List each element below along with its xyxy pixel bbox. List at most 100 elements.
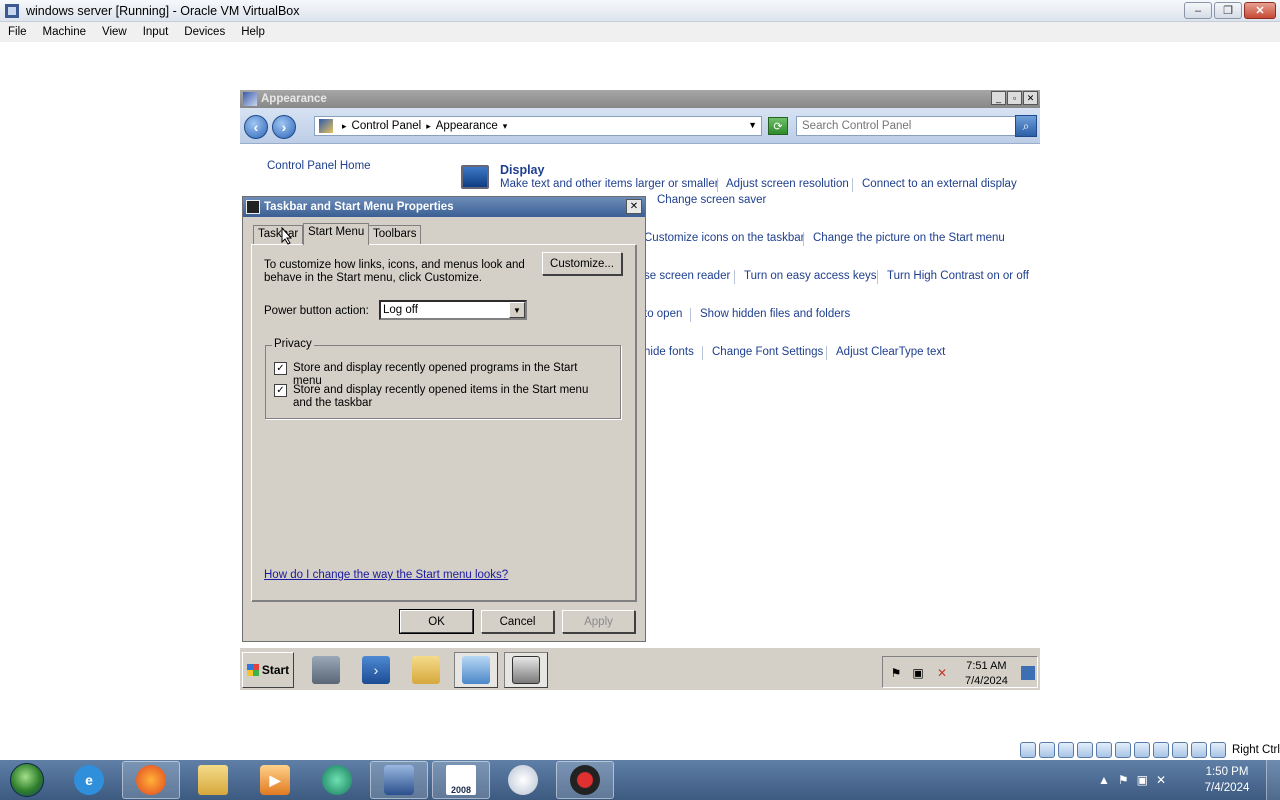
link-easy-access-keys[interactable]: Turn on easy access keys [744, 270, 877, 282]
display-icon[interactable] [1134, 742, 1150, 758]
link-divider [803, 232, 804, 246]
search-input[interactable] [797, 117, 1012, 135]
start-menu-help-link[interactable]: How do I change the way the Start menu l… [264, 569, 508, 581]
chevron-down-icon[interactable]: ▾ [503, 121, 508, 132]
link-click-to-open[interactable]: to open [644, 308, 682, 320]
file-explorer-icon[interactable] [184, 761, 242, 799]
green-app-icon[interactable] [308, 761, 366, 799]
apply-button[interactable]: Apply [562, 610, 635, 633]
menu-view[interactable]: View [94, 26, 135, 38]
network-icon[interactable]: ▣ [911, 666, 925, 680]
recent-items-label[interactable]: Store and display recently opened items … [293, 384, 603, 410]
restore-button[interactable]: ❐ [1214, 2, 1242, 19]
host-network-icon[interactable]: ▣ [1137, 773, 1148, 787]
link-larger-text[interactable]: Make text and other items larger or smal… [500, 178, 719, 190]
recent-items-checkbox[interactable]: ✓ [274, 384, 287, 397]
guest-tray: ⚑ ▣ ✕ 7:51 AM 7/4/2024 [882, 656, 1038, 688]
action-center-flag-icon[interactable]: ⚑ [1118, 773, 1129, 787]
refresh-button[interactable]: ⟳ [768, 117, 788, 135]
recording-icon[interactable] [1153, 742, 1169, 758]
tab-start-menu[interactable]: Start Menu [303, 223, 370, 245]
show-desktop-icon[interactable] [1021, 666, 1035, 680]
search-icon[interactable]: ⌕ [1015, 115, 1037, 137]
breadcrumb-control-panel[interactable]: Control Panel [352, 120, 422, 132]
mouse-integration-icon[interactable] [1191, 742, 1207, 758]
address-dropdown-icon[interactable]: ▼ [748, 120, 757, 130]
start-menu-description: To customize how links, icons, and menus… [264, 259, 525, 284]
breadcrumb-appearance[interactable]: Appearance [436, 120, 498, 132]
menu-file[interactable]: File [0, 26, 35, 38]
taskbar-properties-taskbar-icon[interactable] [504, 652, 548, 688]
guest-taskbar: Start › ⚑ ▣ ✕ 7:51 AM 7/4/2024 [240, 646, 1040, 690]
menu-input[interactable]: Input [135, 26, 177, 38]
display-icon [461, 165, 489, 189]
link-cleartype[interactable]: Adjust ClearType text [836, 346, 945, 358]
customize-button[interactable]: Customize... [542, 252, 622, 275]
menu-help[interactable]: Help [233, 26, 273, 38]
host-volume-muted-icon[interactable]: ✕ [1156, 773, 1166, 787]
link-hide-fonts[interactable]: hide fonts [644, 346, 694, 358]
show-hidden-icons-icon[interactable]: ▲ [1098, 773, 1110, 787]
link-customize-taskbar-icons[interactable]: Customize icons on the taskbar [644, 232, 804, 244]
powershell-icon[interactable]: › [354, 652, 398, 688]
virtualbox-taskbar-icon[interactable] [370, 761, 428, 799]
usb-icon[interactable] [1096, 742, 1112, 758]
link-hidden-files[interactable]: Show hidden files and folders [700, 308, 850, 320]
cp-maximize-button[interactable]: ▫ [1007, 91, 1022, 105]
optical-drive-icon[interactable] [1039, 742, 1055, 758]
audio-icon[interactable] [1058, 742, 1074, 758]
ok-button[interactable]: OK [399, 609, 474, 634]
close-button[interactable]: ✕ [1244, 2, 1276, 19]
control-panel-home-link[interactable]: Control Panel Home [267, 160, 371, 172]
forward-button[interactable]: › [272, 115, 296, 139]
guest-start-button[interactable]: Start [242, 652, 294, 688]
host-show-desktop-button[interactable] [1266, 760, 1280, 800]
recent-items-option[interactable]: ✓ Store and display recently opened item… [274, 384, 603, 410]
guest-clock[interactable]: 7:51 AM 7/4/2024 [965, 659, 1008, 689]
menu-machine[interactable]: Machine [35, 26, 94, 38]
link-screen-reader[interactable]: se screen reader [644, 270, 730, 282]
link-external-display[interactable]: Connect to an external display [862, 178, 1017, 190]
tab-taskbar[interactable]: Taskbar [253, 225, 304, 244]
minimize-button[interactable]: – [1184, 2, 1212, 19]
chevron-right-icon[interactable]: ▸ [342, 121, 347, 132]
menu-devices[interactable]: Devices [176, 26, 233, 38]
link-divider [702, 346, 703, 360]
link-screen-resolution[interactable]: Adjust screen resolution [726, 178, 849, 190]
dialog-close-button[interactable]: ✕ [626, 199, 642, 214]
media-player-icon[interactable]: ▶ [246, 761, 304, 799]
dropdown-arrow-icon[interactable]: ▼ [509, 302, 525, 318]
cp-close-button[interactable]: ✕ [1023, 91, 1038, 105]
host-clock[interactable]: 1:50 PM 7/4/2024 [1196, 764, 1258, 796]
keyboard-capture-icon[interactable] [1210, 742, 1226, 758]
cpu-icon[interactable] [1172, 742, 1188, 758]
host-clock-date: 7/4/2024 [1204, 782, 1250, 794]
hard-disk-icon[interactable] [1020, 742, 1036, 758]
recent-programs-checkbox[interactable]: ✓ [274, 362, 287, 375]
address-box[interactable]: ▸ Control Panel ▸ Appearance ▾ ▼ [314, 116, 762, 136]
host-start-button[interactable] [4, 760, 50, 800]
chevron-right-icon[interactable]: ▸ [426, 121, 431, 132]
internet-explorer-icon[interactable]: e [60, 761, 118, 799]
control-panel-taskbar-icon[interactable] [454, 652, 498, 688]
link-start-menu-picture[interactable]: Change the picture on the Start menu [813, 232, 1005, 244]
sql-server-icon[interactable]: 2008 [432, 761, 490, 799]
link-screen-saver[interactable]: Change screen saver [657, 194, 766, 206]
firefox-icon[interactable] [122, 761, 180, 799]
cp-minimize-button[interactable]: _ [991, 91, 1006, 105]
shared-folders-icon[interactable] [1115, 742, 1131, 758]
server-manager-icon[interactable] [304, 652, 348, 688]
flag-icon[interactable]: ⚑ [889, 666, 903, 680]
back-button[interactable]: ‹ [244, 115, 268, 139]
folder-icon[interactable] [404, 652, 448, 688]
volume-muted-icon[interactable]: ✕ [935, 666, 949, 680]
tab-toolbars[interactable]: Toolbars [368, 225, 422, 244]
link-font-settings[interactable]: Change Font Settings [712, 346, 823, 358]
obs-recorder-icon[interactable] [556, 761, 614, 799]
power-button-select[interactable]: Log off ▼ [379, 300, 527, 320]
disc-icon[interactable] [494, 761, 552, 799]
link-high-contrast[interactable]: Turn High Contrast on or off [887, 270, 1029, 282]
network-adapter-icon[interactable] [1077, 742, 1093, 758]
display-category-title[interactable]: Display [500, 163, 544, 177]
cancel-button[interactable]: Cancel [481, 610, 554, 633]
